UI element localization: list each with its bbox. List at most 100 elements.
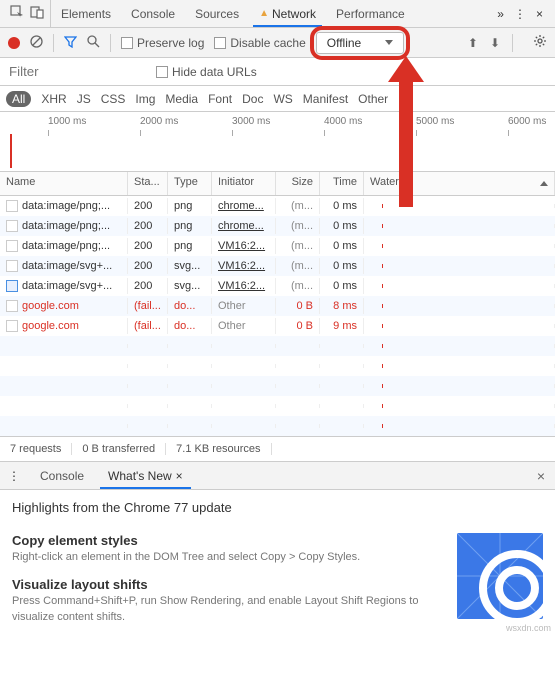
type-filter-other[interactable]: Other: [358, 92, 388, 106]
cell-status: (fail...: [128, 318, 168, 334]
throttling-select[interactable]: Offline: [316, 32, 404, 54]
cell-size: (m...: [276, 218, 320, 234]
close-devtools-button[interactable]: ×: [536, 7, 543, 21]
more-tabs-button[interactable]: »: [497, 7, 504, 21]
th-status[interactable]: Sta...: [128, 172, 168, 195]
cell-initiator[interactable]: VM16:2...: [212, 278, 276, 294]
whatsnew-item-title[interactable]: Copy element styles: [12, 533, 443, 548]
kebab-menu-icon[interactable]: ⋮: [514, 7, 526, 21]
type-filter-font[interactable]: Font: [208, 92, 232, 106]
th-time[interactable]: Time: [320, 172, 364, 195]
type-filter-css[interactable]: CSS: [101, 92, 126, 106]
type-filter-all[interactable]: All: [6, 91, 31, 107]
type-filter-manifest[interactable]: Manifest: [303, 92, 348, 106]
table-row[interactable]: data:image/png;...200pngchrome...(m...0 …: [0, 196, 555, 216]
drawer-tabs: ⋮ Console What's New× ×: [0, 462, 555, 490]
th-name[interactable]: Name: [0, 172, 128, 195]
table-row[interactable]: google.com(fail...do...Other0 B8 ms: [0, 296, 555, 316]
file-icon: [6, 280, 18, 292]
cell-status: 200: [128, 258, 168, 274]
timeline-overview[interactable]: 1000 ms 2000 ms 3000 ms 4000 ms 5000 ms …: [0, 112, 555, 172]
cell-waterfall: [364, 244, 555, 248]
cell-waterfall: [364, 224, 555, 228]
whatsnew-item-desc: Press Command+Shift+P, run Show Renderin…: [12, 594, 443, 625]
cell-initiator[interactable]: chrome...: [212, 198, 276, 214]
import-har-icon[interactable]: ⬆: [468, 36, 478, 50]
table-row[interactable]: data:image/svg+...200svg...VM16:2...(m..…: [0, 276, 555, 296]
tab-elements[interactable]: Elements: [51, 0, 121, 27]
cell-type: png: [168, 198, 212, 214]
type-filter-img[interactable]: Img: [135, 92, 155, 106]
record-button[interactable]: [8, 37, 20, 49]
network-table: Name Sta... Type Initiator Size Time Wat…: [0, 172, 555, 436]
whatsnew-item-title[interactable]: Visualize layout shifts: [12, 577, 443, 592]
cell-status: 200: [128, 238, 168, 254]
th-type[interactable]: Type: [168, 172, 212, 195]
cell-status: 200: [128, 218, 168, 234]
cell-initiator[interactable]: Other: [212, 318, 276, 334]
cell-initiator[interactable]: Other: [212, 298, 276, 314]
settings-gear-icon[interactable]: [533, 34, 547, 51]
tab-sources[interactable]: Sources: [185, 0, 249, 27]
tab-performance[interactable]: Performance: [326, 0, 415, 27]
cell-type: do...: [168, 318, 212, 334]
disable-cache-checkbox[interactable]: Disable cache: [214, 36, 305, 50]
timeline-load-marker: [10, 134, 12, 168]
preserve-log-checkbox[interactable]: Preserve log: [121, 36, 204, 50]
file-icon: [6, 220, 18, 232]
hide-data-urls-checkbox[interactable]: Hide data URLs: [156, 65, 257, 79]
cell-initiator[interactable]: chrome...: [212, 218, 276, 234]
cell-type: png: [168, 218, 212, 234]
clear-button[interactable]: [30, 35, 43, 51]
cell-name: google.com: [0, 318, 128, 334]
type-filter-doc[interactable]: Doc: [242, 92, 263, 106]
table-row[interactable]: google.com(fail...do...Other0 B9 ms: [0, 316, 555, 336]
table-row-empty: [0, 356, 555, 376]
timeline-tick: 4000 ms: [324, 116, 362, 127]
drawer-menu-icon[interactable]: ⋮: [0, 469, 28, 483]
drawer-close-button[interactable]: ×: [527, 468, 555, 484]
network-toolbar: Preserve log Disable cache Offline ⬆ ⬇: [0, 28, 555, 58]
cell-waterfall: [364, 304, 555, 308]
table-row[interactable]: data:image/svg+...200svg...VM16:2...(m..…: [0, 256, 555, 276]
inspect-element-icon[interactable]: [10, 5, 24, 22]
cell-size: 0 B: [276, 318, 320, 334]
whatsnew-item-desc: Right-click an element in the DOM Tree a…: [12, 550, 443, 565]
th-size[interactable]: Size: [276, 172, 320, 195]
cell-initiator[interactable]: VM16:2...: [212, 258, 276, 274]
close-icon[interactable]: ×: [176, 469, 183, 483]
filter-input[interactable]: [6, 61, 146, 82]
tab-console[interactable]: Console: [121, 0, 185, 27]
table-row[interactable]: data:image/png;...200pngVM16:2...(m...0 …: [0, 236, 555, 256]
cell-waterfall: [364, 284, 555, 288]
export-har-icon[interactable]: ⬇: [490, 36, 500, 50]
cell-type: svg...: [168, 258, 212, 274]
device-toolbar-icon[interactable]: [30, 5, 44, 22]
type-filter-media[interactable]: Media: [165, 92, 198, 106]
th-waterfall[interactable]: Waterfall: [364, 172, 555, 195]
cell-name: google.com: [0, 298, 128, 314]
cell-size: (m...: [276, 258, 320, 274]
devtools-tabs-bar: Elements Console Sources ▲Network Perfor…: [0, 0, 555, 28]
timeline-tick: 2000 ms: [140, 116, 178, 127]
cell-initiator[interactable]: VM16:2...: [212, 238, 276, 254]
filter-icon[interactable]: [64, 35, 77, 51]
th-initiator[interactable]: Initiator: [212, 172, 276, 195]
file-icon: [6, 240, 18, 252]
drawer-tab-console[interactable]: Console: [28, 462, 96, 489]
cell-size: (m...: [276, 238, 320, 254]
table-row-empty: [0, 416, 555, 436]
file-icon: [6, 260, 18, 272]
type-filter-js[interactable]: JS: [77, 92, 91, 106]
search-icon[interactable]: [87, 35, 100, 51]
type-filter-ws[interactable]: WS: [273, 92, 292, 106]
file-icon: [6, 320, 18, 332]
table-row[interactable]: data:image/png;...200pngchrome...(m...0 …: [0, 216, 555, 236]
type-filter-xhr[interactable]: XHR: [41, 92, 66, 106]
cell-name: data:image/svg+...: [0, 278, 128, 294]
drawer-tab-whatsnew[interactable]: What's New×: [96, 462, 195, 489]
cell-type: png: [168, 238, 212, 254]
summary-transferred: 0 B transferred: [72, 443, 166, 455]
timeline-tick: 3000 ms: [232, 116, 270, 127]
tab-network[interactable]: ▲Network: [249, 0, 326, 27]
